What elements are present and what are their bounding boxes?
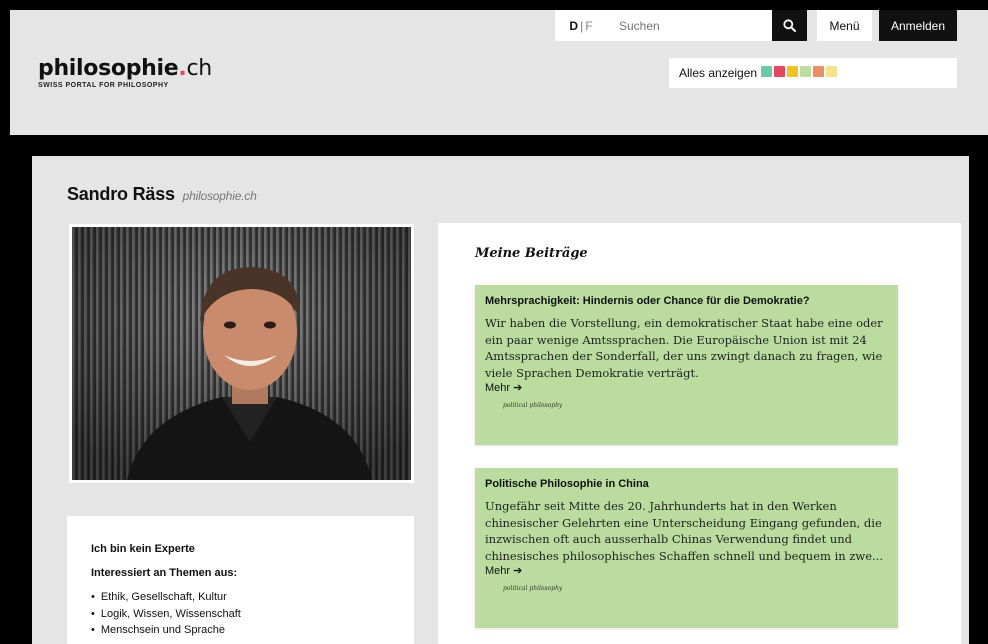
logo-wordmark: philosophie.ch xyxy=(38,56,212,81)
posts-panel: Meine Beiträge Mehrsprachigkeit: Hindern… xyxy=(438,223,961,644)
filter-swatches xyxy=(759,66,838,80)
site-header: philosophie.ch SWISS PORTAL FOR PHILOSOP… xyxy=(10,10,988,135)
post-tag[interactable]: political philosophy xyxy=(503,402,888,409)
profile-heading: Sandro Räss philosophie.ch xyxy=(67,184,257,205)
category-swatch-5[interactable] xyxy=(826,66,838,77)
post-title[interactable]: Politische Philosophie in China xyxy=(485,478,888,490)
category-swatch-4[interactable] xyxy=(813,66,825,77)
profile-photo xyxy=(72,227,411,480)
category-swatch-0[interactable] xyxy=(761,66,773,77)
interests-heading: Interessiert an Themen aus: xyxy=(91,567,238,579)
category-swatch-2[interactable] xyxy=(787,66,799,77)
lang-de[interactable]: D xyxy=(569,19,578,33)
post-title[interactable]: Mehrsprachigkeit: Hindernis oder Chance … xyxy=(485,295,888,307)
category-swatch-3[interactable] xyxy=(800,66,812,77)
profile-name: Sandro Räss xyxy=(67,184,175,204)
main-content: Sandro Räss philosophie.ch Ich bin kein … xyxy=(32,156,969,644)
post-excerpt: Ungefähr seit Mitte des 20. Jahrhunderts… xyxy=(485,499,883,563)
topic-item[interactable]: Ethik, Gesellschaft, Kultur xyxy=(91,589,390,606)
posts-heading: Meine Beiträge xyxy=(475,246,588,261)
topic-item[interactable]: Menschsein und Sprache xyxy=(91,622,390,639)
post-card[interactable]: Mehrsprachigkeit: Hindernis oder Chance … xyxy=(475,285,898,445)
expert-status: Ich bin kein Experte xyxy=(91,543,195,555)
profile-info-card: Ich bin kein Experte Interessiert an The… xyxy=(67,516,414,644)
read-more-link[interactable]: Mehr ➔ xyxy=(485,564,888,577)
language-switcher: D | F xyxy=(555,10,607,41)
category-filter[interactable]: Alles anzeigen xyxy=(669,58,957,88)
search-input[interactable] xyxy=(607,10,772,41)
topic-item[interactable]: Logik, Wissen, Wissenschaft xyxy=(91,606,390,623)
post-card[interactable]: Politische Philosophie in China Ungefähr… xyxy=(475,468,898,628)
filter-label[interactable]: Alles anzeigen xyxy=(679,66,757,80)
login-button[interactable]: Anmelden xyxy=(879,10,957,41)
profile-photo-frame xyxy=(69,224,414,483)
menu-button[interactable]: Menü xyxy=(817,10,872,41)
category-swatch-1[interactable] xyxy=(774,66,786,77)
search-button[interactable] xyxy=(772,10,807,41)
profile-org: philosophie.ch xyxy=(182,189,257,203)
lang-fr[interactable]: F xyxy=(585,19,592,33)
site-logo[interactable]: philosophie.ch SWISS PORTAL FOR PHILOSOP… xyxy=(38,56,212,89)
topic-list: Ethik, Gesellschaft, Kultur Logik, Wisse… xyxy=(91,589,390,639)
post-excerpt: Wir haben die Vorstellung, ein demokrati… xyxy=(485,316,883,380)
read-more-link[interactable]: Mehr ➔ xyxy=(485,381,888,394)
post-tag[interactable]: political philosophy xyxy=(503,585,888,592)
logo-subtitle: SWISS PORTAL FOR PHILOSOPHY xyxy=(38,82,169,89)
lang-separator: | xyxy=(580,18,584,33)
search-icon xyxy=(783,19,796,32)
